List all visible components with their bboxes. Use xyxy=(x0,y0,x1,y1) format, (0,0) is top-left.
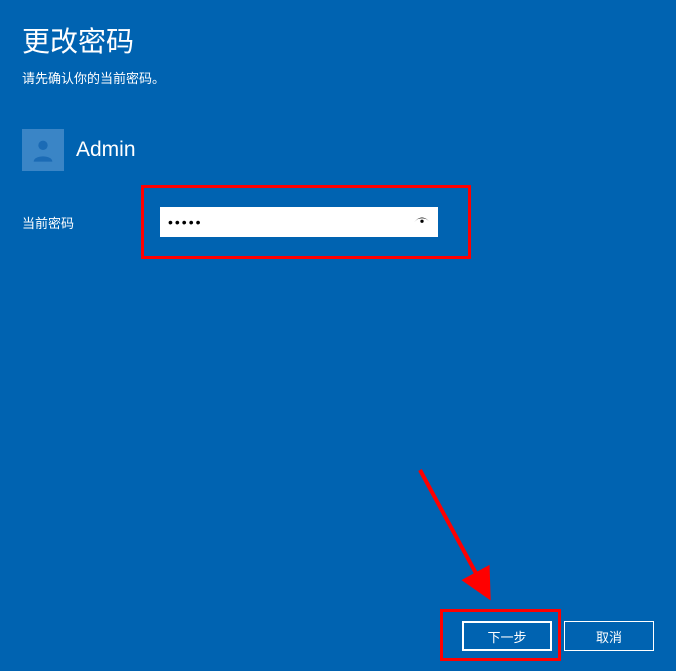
user-row: Admin xyxy=(22,129,676,171)
avatar xyxy=(22,129,64,171)
current-password-label: 当前密码 xyxy=(0,213,150,232)
current-password-input[interactable] xyxy=(160,207,406,237)
page-title: 更改密码 xyxy=(0,0,676,60)
reveal-password-icon[interactable] xyxy=(412,212,432,232)
dialog-buttons: 下一步 取消 xyxy=(462,621,654,651)
cancel-button[interactable]: 取消 xyxy=(564,621,654,651)
current-password-input-wrap[interactable] xyxy=(160,207,438,237)
next-button[interactable]: 下一步 xyxy=(462,621,552,651)
current-password-row: 当前密码 xyxy=(0,185,676,237)
annotation-arrow-icon xyxy=(410,460,530,610)
user-icon xyxy=(29,136,57,164)
username-label: Admin xyxy=(76,138,136,162)
page-subtitle: 请先确认你的当前密码。 xyxy=(0,60,676,87)
